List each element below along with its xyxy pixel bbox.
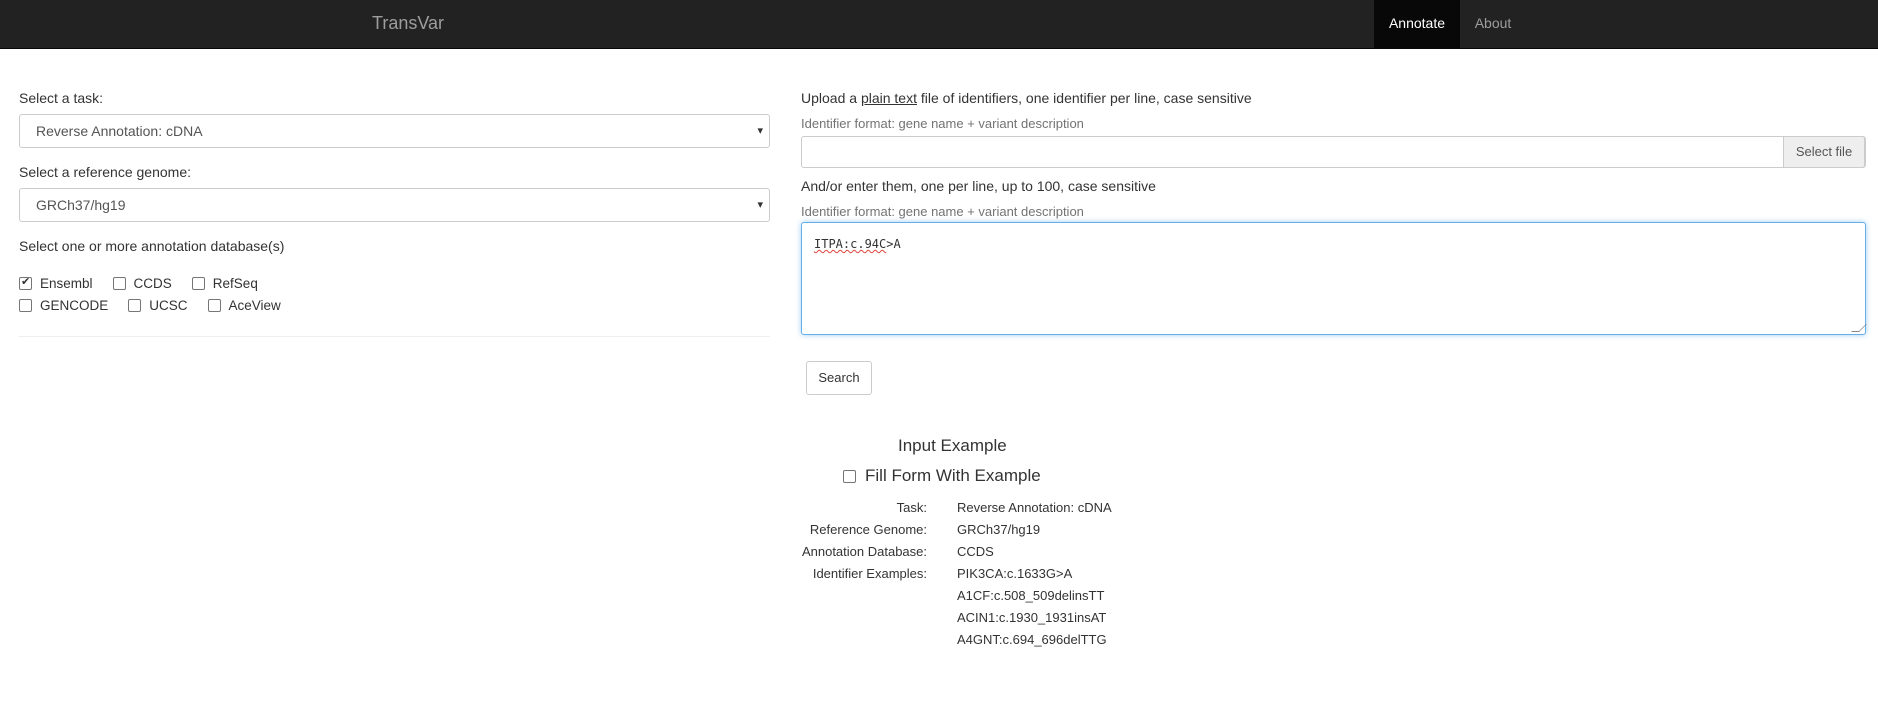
example-ids-key: Identifier Examples: [812,566,927,581]
database-row-1: Ensembl CCDS RefSeq [19,273,278,293]
textarea-value-part1: ITPA:c.94C [814,237,887,251]
example-db-key: Annotation Database: [801,544,927,559]
resize-grip-icon[interactable] [1851,324,1867,332]
enter-help-text: Identifier format: gene name + variant d… [801,204,1084,219]
file-input[interactable]: Select file [801,136,1866,168]
task-select[interactable]: Reverse Annotation: cDNA ▾ [19,114,770,148]
checkbox-refseq[interactable] [191,276,205,290]
database-label: Select one or more annotation database(s… [19,238,285,254]
task-select-value: Reverse Annotation: cDNA [36,123,203,139]
genome-label: Select a reference genome: [19,164,191,180]
fill-example-checkbox[interactable] [843,469,856,483]
fill-example-control[interactable]: Fill Form With Example [843,466,1041,486]
checkbox-ccds[interactable] [112,276,126,290]
fill-example-label: Fill Form With Example [865,466,1041,485]
task-label: Select a task: [19,90,104,106]
search-button[interactable]: Search [806,361,872,395]
checkbox-label-gencode: GENCODE [40,297,109,313]
top-navbar: TransVar Annotate About [0,0,1878,49]
identifiers-textarea[interactable]: ITPA:c.94C>A [801,222,1867,335]
textarea-value-part2: >A [886,237,901,251]
database-row-2: GENCODE UCSC AceView [19,295,301,315]
upload-label: Upload a plain text file of identifiers,… [801,90,1252,106]
checkbox-label-ensembl: Ensembl [40,275,93,291]
example-genome-key: Reference Genome: [809,522,927,537]
chevron-down-icon: ▾ [757,199,763,211]
example-id: A1CF:c.508_509delinsTT [957,588,1105,603]
nav-about[interactable]: About [1460,0,1526,49]
divider [19,336,770,337]
genome-select[interactable]: GRCh37/hg19 ▾ [19,188,770,222]
nav-annotate[interactable]: Annotate [1374,0,1460,49]
enter-label: And/or enter them, one per line, up to 1… [801,178,1156,194]
example-title: Input Example [898,436,1007,455]
checkbox-label-aceview: AceView [228,297,281,313]
checkbox-ensembl[interactable] [19,275,32,290]
genome-select-value: GRCh37/hg19 [36,197,126,213]
plain-text-link[interactable]: plain text [861,90,917,106]
example-db-value: CCDS [957,544,994,559]
upload-help-text: Identifier format: gene name + variant d… [801,116,1084,131]
example-task-key: Task: [896,500,927,515]
example-task-value: Reverse Annotation: cDNA [957,500,1112,515]
checkbox-label-refseq: RefSeq [212,275,258,291]
checkbox-gencode[interactable] [19,298,32,312]
example-id: ACIN1:c.1930_1931insAT [957,610,1107,625]
upload-label-prefix: Upload a [801,90,861,106]
example-id: PIK3CA:c.1633G>A [957,566,1073,581]
checkbox-label-ucsc: UCSC [149,297,188,313]
example-id: A4GNT:c.694_696delTTG [957,632,1107,647]
brand-link[interactable]: TransVar [372,13,444,34]
example-genome-value: GRCh37/hg19 [957,522,1041,537]
upload-label-suffix: file of identifiers, one identifier per … [916,90,1252,106]
chevron-down-icon: ▾ [757,125,763,137]
select-file-button[interactable]: Select file [1783,136,1865,168]
checkbox-aceview[interactable] [207,298,221,312]
checkbox-ucsc[interactable] [128,298,142,312]
checkbox-label-ccds: CCDS [133,275,172,291]
